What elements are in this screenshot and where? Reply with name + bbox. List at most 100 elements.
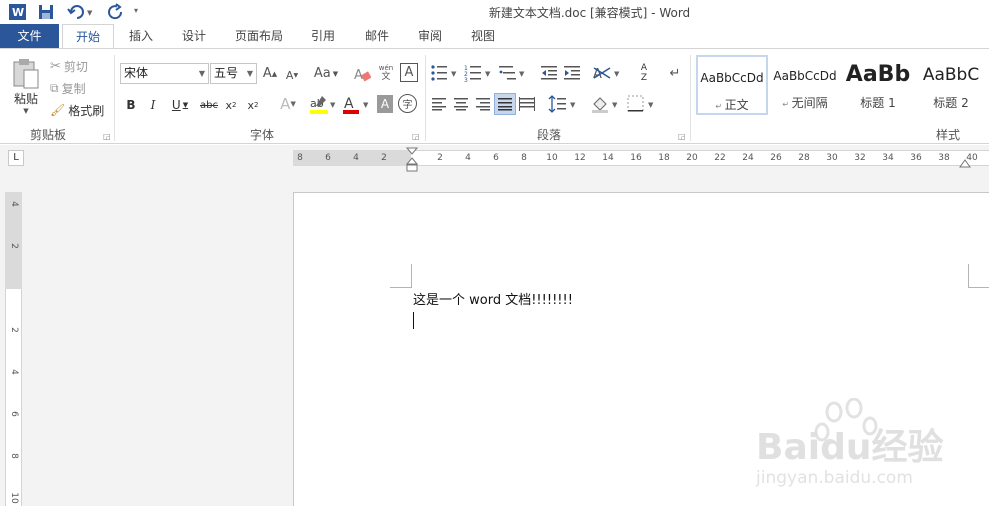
ruler-tick-label: 2 bbox=[381, 153, 387, 163]
format-painter-label: 格式刷 bbox=[68, 103, 105, 118]
paste-button[interactable]: 粘贴 ▼ bbox=[8, 55, 44, 117]
style-heading-1[interactable]: AaBb 标题 1 bbox=[842, 55, 914, 115]
vertical-ruler-tick-label: 4 bbox=[9, 369, 19, 375]
svg-text:▼: ▼ bbox=[485, 70, 491, 78]
copy-button[interactable]: ⧉ 复制 bbox=[50, 79, 86, 97]
multilevel-list-icon[interactable]: ▼ bbox=[498, 62, 528, 84]
text-effects-icon[interactable]: A ▼ bbox=[276, 93, 300, 115]
style-name: 标题 1 bbox=[860, 96, 896, 110]
ruler-tick-label: 4 bbox=[465, 153, 471, 163]
align-center-icon[interactable] bbox=[452, 95, 470, 113]
style-heading-2[interactable]: AaBbC 标题 2 bbox=[915, 55, 987, 115]
vertical-ruler-tick-label: 10 bbox=[9, 492, 19, 504]
distributed-icon[interactable] bbox=[518, 95, 536, 113]
sort-icon[interactable]: AZ bbox=[634, 61, 654, 85]
underline-icon[interactable]: U ▼ bbox=[168, 95, 192, 115]
bullets-icon[interactable]: ▼ bbox=[430, 62, 460, 84]
ruler-tick-label: 8 bbox=[297, 153, 303, 163]
chinese-layout-icon[interactable]: A ▼ bbox=[592, 62, 624, 84]
numbering-icon[interactable]: 1 2 3 ▼ bbox=[464, 62, 494, 84]
phonetic-guide-icon[interactable]: wén 文 bbox=[376, 61, 396, 85]
ruler-tick-label: 26 bbox=[770, 153, 782, 163]
align-left-icon[interactable] bbox=[430, 95, 448, 113]
format-painter-button[interactable]: 🖌 格式刷 bbox=[50, 101, 104, 119]
ruler-tick-label: 6 bbox=[493, 153, 499, 163]
clear-formatting-icon[interactable]: A bbox=[352, 63, 372, 84]
document-text[interactable]: 这是一个 word 文档!!!!!!!! bbox=[413, 289, 573, 308]
right-indent-marker-icon[interactable] bbox=[959, 158, 971, 168]
ruler-tick-label: 38 bbox=[938, 153, 950, 163]
style-name: 标题 2 bbox=[933, 96, 969, 110]
svg-text:A: A bbox=[354, 68, 363, 82]
svg-text:▼: ▼ bbox=[570, 101, 576, 109]
ruler-tick-label: 16 bbox=[630, 153, 642, 163]
ruler-tick-label: 6 bbox=[325, 153, 331, 163]
font-name-combo[interactable]: 宋体 ▼ bbox=[120, 63, 209, 84]
decrease-indent-icon[interactable] bbox=[539, 62, 559, 84]
line-spacing-icon[interactable]: ▼ bbox=[548, 93, 580, 115]
vertical-ruler-tick-label: 8 bbox=[9, 453, 19, 459]
italic-icon[interactable]: I bbox=[145, 95, 161, 115]
text-cursor bbox=[413, 312, 414, 329]
style-normal[interactable]: AaBbCcDd ↵ 正文 bbox=[696, 55, 768, 115]
superscript-icon[interactable]: x2 bbox=[245, 95, 261, 115]
clipboard-group-label: 剪贴板 bbox=[30, 128, 67, 142]
paragraph-launcher-icon[interactable]: ◲ bbox=[678, 132, 686, 141]
svg-text:▼: ▼ bbox=[330, 101, 336, 109]
svg-text:▼: ▼ bbox=[363, 101, 369, 109]
ruler-tick-label: 2 bbox=[437, 153, 443, 163]
brush-icon: 🖌 bbox=[50, 103, 66, 117]
character-shading-icon[interactable]: A bbox=[377, 95, 393, 113]
tab-selector-icon[interactable]: L bbox=[8, 150, 24, 166]
svg-text:▼: ▼ bbox=[648, 101, 654, 109]
tab-view[interactable]: 视图 bbox=[461, 24, 505, 49]
justify-icon[interactable] bbox=[494, 93, 516, 115]
highlight-color-icon[interactable]: ab ▼ bbox=[308, 93, 338, 117]
subscript-icon[interactable]: x2 bbox=[223, 95, 239, 115]
style-name: ↵ 无间隔 bbox=[782, 96, 828, 110]
change-case-button[interactable]: Aa ▼ bbox=[310, 63, 342, 84]
tab-references[interactable]: 引用 bbox=[302, 24, 344, 49]
separator bbox=[425, 55, 426, 141]
font-size-combo[interactable]: 五号 ▼ bbox=[210, 63, 257, 84]
ruler-tick-label: 28 bbox=[798, 153, 810, 163]
strikethrough-icon[interactable]: abc bbox=[199, 95, 219, 115]
indent-marker-icon[interactable] bbox=[405, 147, 419, 175]
clipboard-launcher-icon[interactable]: ◲ bbox=[103, 132, 111, 141]
font-launcher-icon[interactable]: ◲ bbox=[412, 132, 420, 141]
svg-text:▼: ▼ bbox=[519, 70, 525, 78]
show-marks-icon[interactable]: ↵ bbox=[666, 62, 684, 84]
vertical-ruler-tick-label: 2 bbox=[9, 327, 19, 333]
font-color-icon[interactable]: A ▼ bbox=[341, 93, 371, 117]
tab-home[interactable]: 开始 bbox=[62, 24, 114, 50]
ruler-tick-label: 20 bbox=[686, 153, 698, 163]
window-title: 新建文本文档.doc [兼容模式] - Word bbox=[488, 6, 691, 20]
enclose-characters-icon[interactable]: 字 bbox=[398, 94, 417, 113]
tab-file[interactable]: 文件 bbox=[0, 24, 59, 49]
style-no-spacing[interactable]: AaBbCcDd ↵ 无间隔 bbox=[769, 55, 841, 115]
grow-font-icon[interactable]: A ▲ bbox=[262, 63, 278, 84]
tab-review[interactable]: 审阅 bbox=[408, 24, 452, 49]
ribbon: 粘贴 ▼ ✂ 剪切 ⧉ 复制 🖌 格式刷 剪贴板 ◲ 宋体 ▼ 五号 ▼ A ▲ … bbox=[0, 48, 989, 144]
tab-page-layout[interactable]: 页面布局 bbox=[226, 24, 292, 49]
align-right-icon[interactable] bbox=[474, 95, 492, 113]
shading-icon[interactable]: ▼ bbox=[590, 93, 622, 115]
ruler-tick-label: 12 bbox=[574, 153, 586, 163]
tab-insert[interactable]: 插入 bbox=[120, 24, 162, 49]
character-border-icon[interactable]: A bbox=[400, 63, 418, 82]
tab-mailings[interactable]: 邮件 bbox=[355, 24, 399, 49]
change-case-label: Aa bbox=[313, 66, 331, 81]
increase-indent-icon[interactable] bbox=[562, 62, 582, 84]
clipboard-icon bbox=[13, 58, 39, 88]
cut-button[interactable]: ✂ 剪切 bbox=[50, 57, 88, 75]
borders-icon[interactable]: ▼ bbox=[626, 93, 658, 115]
margin-corner bbox=[390, 264, 412, 288]
ruler-tick-label: 10 bbox=[546, 153, 558, 163]
shrink-font-icon[interactable]: A ▼ bbox=[284, 65, 300, 86]
vertical-ruler-tick-label: 6 bbox=[9, 411, 19, 417]
word-window: { "window": {"title": "新建文本文档.doc [兼容模式]… bbox=[0, 0, 989, 506]
watermark-brand: Baidu经验 bbox=[756, 427, 944, 468]
tab-design[interactable]: 设计 bbox=[172, 24, 216, 49]
style-sample: AaBbCcDd bbox=[773, 69, 837, 83]
bold-icon[interactable]: B bbox=[123, 95, 139, 115]
